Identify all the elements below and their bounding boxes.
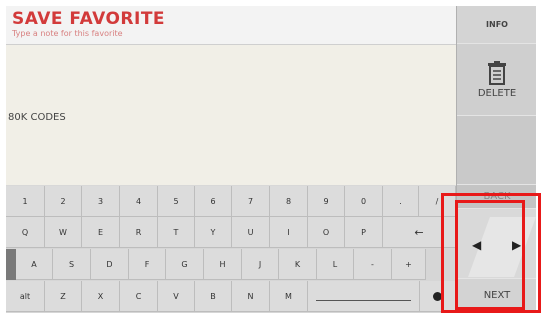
key-e[interactable]: E (82, 217, 120, 248)
key-n[interactable]: N (232, 281, 270, 312)
key-i[interactable]: I (270, 217, 308, 248)
space-bar[interactable] (308, 281, 420, 312)
key-minus[interactable]: - (354, 249, 392, 280)
key-v[interactable]: V (158, 281, 195, 312)
key-h[interactable]: H (204, 249, 242, 280)
keyboard-row-4: alt Z X C V B N M (6, 281, 456, 312)
key-q[interactable]: Q (6, 217, 45, 248)
key-t[interactable]: T (158, 217, 195, 248)
key-m[interactable]: M (270, 281, 308, 312)
key-a[interactable]: A (16, 249, 53, 280)
key-z[interactable]: Z (45, 281, 82, 312)
info-button[interactable]: INFO (457, 6, 536, 44)
key-f[interactable]: F (129, 249, 166, 280)
key-c[interactable]: C (120, 281, 158, 312)
key-7[interactable]: 7 (232, 186, 270, 217)
key-o[interactable]: O (308, 217, 345, 248)
key-2[interactable]: 2 (45, 186, 82, 217)
key-5[interactable]: 5 (158, 186, 195, 217)
key-w[interactable]: W (45, 217, 82, 248)
key-x[interactable]: X (82, 281, 120, 312)
key-period[interactable]: . (383, 186, 419, 217)
key-s[interactable]: S (53, 249, 91, 280)
highlight-inner-box (455, 200, 525, 310)
page-title: SAVE FAVORITE (12, 9, 166, 29)
alt-key[interactable]: alt (6, 281, 45, 312)
note-input[interactable]: 80K CODES (6, 45, 456, 185)
trash-icon (488, 60, 506, 85)
key-g[interactable]: G (166, 249, 204, 280)
side-spacer (457, 116, 536, 185)
key-k[interactable]: K (279, 249, 317, 280)
key-y[interactable]: Y (195, 217, 232, 248)
delete-label: DELETE (477, 87, 517, 99)
keyboard: 1 2 3 4 5 6 7 8 9 0 . / Q W E R T Y U I … (6, 186, 456, 313)
key-0[interactable]: 0 (345, 186, 383, 217)
keyboard-row-3: A S D F G H J K L - + (6, 249, 426, 280)
key-r[interactable]: R (120, 217, 158, 248)
keyboard-row-2: Q W E R T Y U I O P ← (6, 217, 456, 248)
key-plus[interactable]: + (392, 249, 426, 280)
key-b[interactable]: B (195, 281, 232, 312)
key-8[interactable]: 8 (270, 186, 308, 217)
key-j[interactable]: J (242, 249, 279, 280)
delete-button[interactable]: DELETE (457, 44, 536, 116)
key-3[interactable]: 3 (82, 186, 120, 217)
key-6[interactable]: 6 (195, 186, 232, 217)
key-1[interactable]: 1 (6, 186, 45, 217)
key-u[interactable]: U (232, 217, 270, 248)
note-text: 80K CODES (8, 112, 66, 123)
keyboard-row-3-pad (6, 249, 16, 280)
key-d[interactable]: D (91, 249, 129, 280)
key-l[interactable]: L (317, 249, 354, 280)
keyboard-row-1: 1 2 3 4 5 6 7 8 9 0 . / (6, 186, 456, 217)
key-4[interactable]: 4 (120, 186, 158, 217)
header: SAVE FAVORITE Type a note for this favor… (6, 6, 456, 45)
key-9[interactable]: 9 (308, 186, 345, 217)
key-p[interactable]: P (345, 217, 383, 248)
page-subtitle: Type a note for this favorite (12, 29, 123, 38)
